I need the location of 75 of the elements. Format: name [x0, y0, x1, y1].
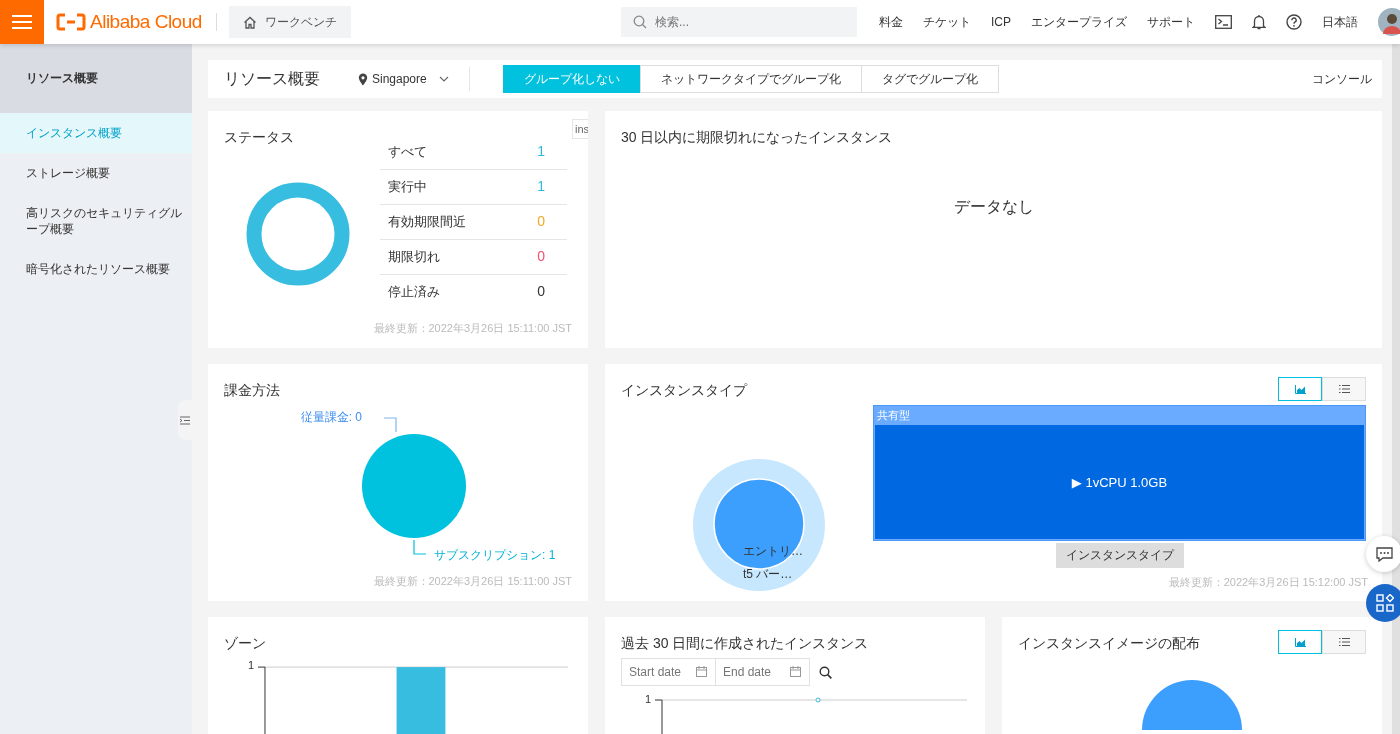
collapse-handle[interactable] [178, 400, 192, 440]
status-label: 期限切れ [388, 248, 440, 266]
status-label: 停止済み [388, 283, 440, 301]
legend-button[interactable]: インスタンスタイプ [1055, 543, 1184, 568]
calendar-icon [790, 666, 801, 677]
ring-label: エントリ… [743, 543, 803, 560]
status-label: すべて [388, 143, 427, 161]
area-chart-icon [1294, 384, 1306, 394]
empty-message: データなし [952, 197, 1035, 217]
avatar[interactable] [1378, 8, 1400, 36]
bracket-logo-icon [56, 13, 86, 31]
status-label: 実行中 [388, 178, 427, 196]
list-icon [1338, 385, 1350, 393]
nav-link[interactable]: チケット [923, 13, 971, 31]
home-icon [242, 15, 257, 29]
chart-view-button[interactable] [1278, 630, 1322, 654]
menu-button[interactable] [0, 0, 44, 44]
nav-link[interactable]: エンタープライズ [1031, 13, 1127, 31]
treemap-cell[interactable]: ▶ 1vCPU 1.0GB [875, 425, 1364, 539]
menu-icon [12, 14, 32, 30]
search-icon [633, 15, 647, 29]
collapse-icon [180, 415, 190, 425]
search-icon[interactable] [819, 665, 832, 679]
status-count: 0 [537, 283, 545, 301]
status-count: 1 [537, 178, 545, 196]
start-date-field[interactable]: Start date [621, 658, 716, 686]
workbench-button[interactable]: ワークベンチ [228, 6, 351, 38]
page-title: リソース概要 [224, 68, 320, 89]
caret-icon [438, 76, 449, 82]
last-updated: 最終更新：2022年3月26日 15:12:00 JST [1168, 575, 1368, 590]
nav-link[interactable]: ICP [991, 15, 1011, 29]
console-link[interactable]: コンソール [1312, 70, 1372, 88]
location-pin-icon [358, 72, 368, 86]
card-title: 課金方法 [224, 382, 280, 400]
scrollbar[interactable] [1392, 44, 1400, 734]
status-count: 1 [537, 143, 545, 161]
nav-link[interactable]: 料金 [879, 13, 903, 31]
status-count: 0 [537, 248, 545, 266]
sidebar-title: リソース概要 [26, 70, 98, 87]
slice-label: 従量課金: 0 [300, 409, 362, 426]
card-title: インスタンスタイプ [621, 382, 747, 400]
chat-bubble-icon [1375, 546, 1393, 562]
chart-view-button[interactable] [1278, 377, 1322, 401]
sidebar-item[interactable]: 高リスクのセキュリティグループ概要 [0, 193, 192, 249]
group-tab[interactable]: ネットワークタイプでグループ化 [639, 65, 862, 93]
treemap-group-label: 共有型 [876, 408, 911, 423]
status-count: 0 [537, 213, 545, 231]
axis-tick-label: 1 [643, 693, 651, 705]
last-updated: 最終更新：2022年3月26日 15:11:00 JST [373, 321, 572, 336]
search-field[interactable]: 検索... [621, 7, 857, 37]
sidebar-item[interactable]: ストレージ概要 [0, 153, 192, 193]
sidebar-item[interactable]: 暗号化されたリソース概要 [0, 249, 192, 289]
end-date-field[interactable]: End date [715, 658, 810, 686]
group-tab[interactable]: タグでグループ化 [860, 65, 999, 93]
region-selector[interactable]: Singapore [358, 72, 449, 86]
calendar-icon [696, 666, 707, 677]
bell-icon[interactable] [1252, 14, 1266, 30]
card-title: インスタンスイメージの配布 [1018, 635, 1200, 653]
language-selector[interactable]: 日本語 [1322, 13, 1358, 31]
status-label: 有効期限間近 [388, 213, 466, 231]
list-icon [1338, 638, 1350, 646]
card-title: 過去 30 日間に作成されたインスタンス [621, 635, 869, 653]
slice-label: サブスクリプション: 1 [434, 547, 556, 564]
card-title: ステータス [224, 129, 294, 147]
help-icon[interactable] [1286, 14, 1302, 30]
card-title: 30 日以内に期限切れになったインスタンス [621, 129, 893, 147]
tab-fragment[interactable]: ins [571, 119, 588, 139]
nav-link[interactable]: サポート [1147, 13, 1195, 31]
apps-grid-icon [1376, 594, 1394, 612]
terminal-icon[interactable] [1215, 15, 1232, 29]
area-chart-icon [1294, 637, 1306, 647]
ring-label: t5 バー… [743, 566, 793, 583]
card-title: ゾーン [224, 635, 266, 653]
last-updated: 最終更新：2022年3月26日 15:11:00 JST [373, 574, 572, 589]
axis-tick-label: 1 [246, 659, 254, 671]
